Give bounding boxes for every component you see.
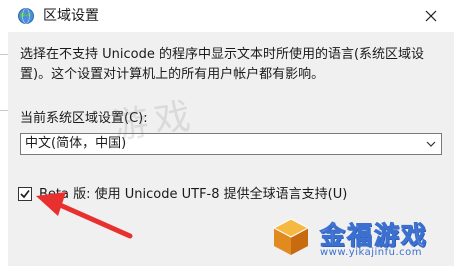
site-logo: 金福游戏 www.yikajinfu.com: [268, 210, 454, 266]
logo-url: www.yikajinfu.com: [320, 247, 423, 258]
cube-logo-icon: [272, 218, 310, 255]
